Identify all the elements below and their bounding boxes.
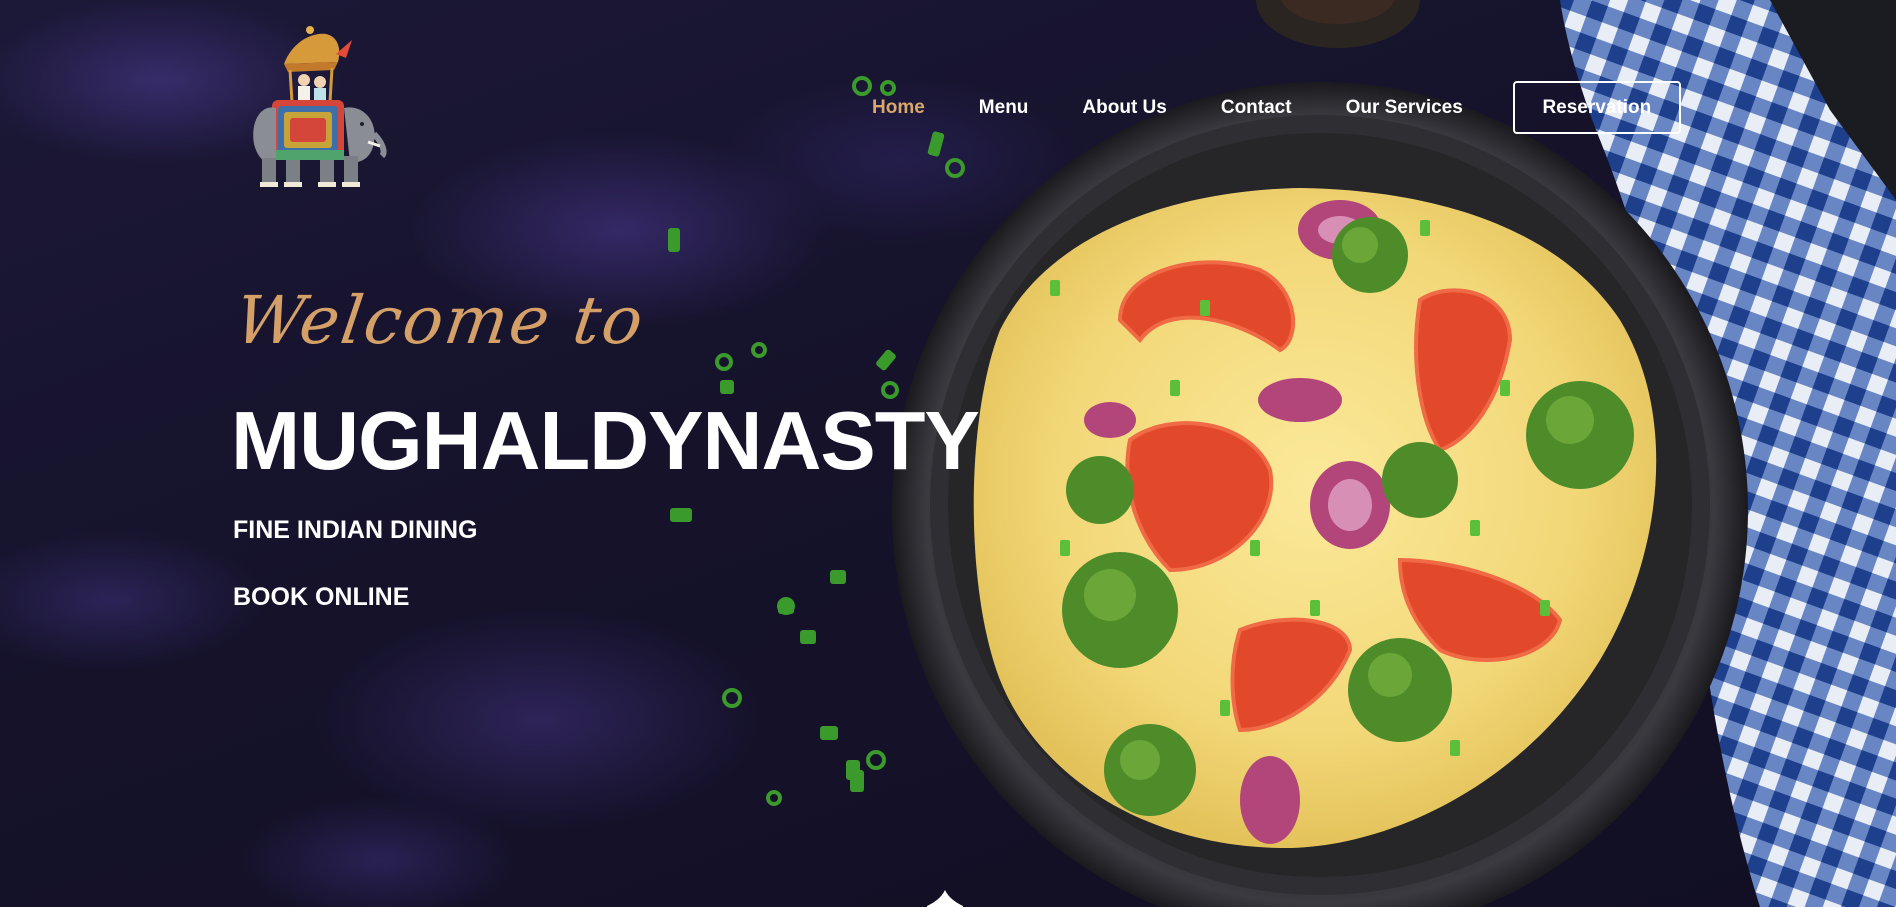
scroll-down-icon[interactable] xyxy=(925,888,965,907)
reservation-button[interactable]: Reservation xyxy=(1512,81,1681,134)
nav-services-link[interactable]: Our Services xyxy=(1346,97,1463,119)
elephant-with-howdah-logo[interactable] xyxy=(232,24,390,190)
book-online-link[interactable]: BOOK ONLINE xyxy=(233,583,409,612)
nav-about-link[interactable]: About Us xyxy=(1082,97,1166,119)
nav-contact-link[interactable]: Contact xyxy=(1221,97,1292,119)
brand-title: MUGHALDYNASTY xyxy=(231,394,980,487)
welcome-heading: Welcome to xyxy=(230,282,650,359)
hero-section: Home Menu About Us Contact Our Services … xyxy=(0,0,1896,907)
main-navigation: Home Menu About Us Contact Our Services … xyxy=(872,81,1681,134)
tagline-text: FINE INDIAN DINING xyxy=(233,516,478,544)
nav-home-link[interactable]: Home xyxy=(872,97,925,119)
nav-menu-link[interactable]: Menu xyxy=(979,97,1029,119)
